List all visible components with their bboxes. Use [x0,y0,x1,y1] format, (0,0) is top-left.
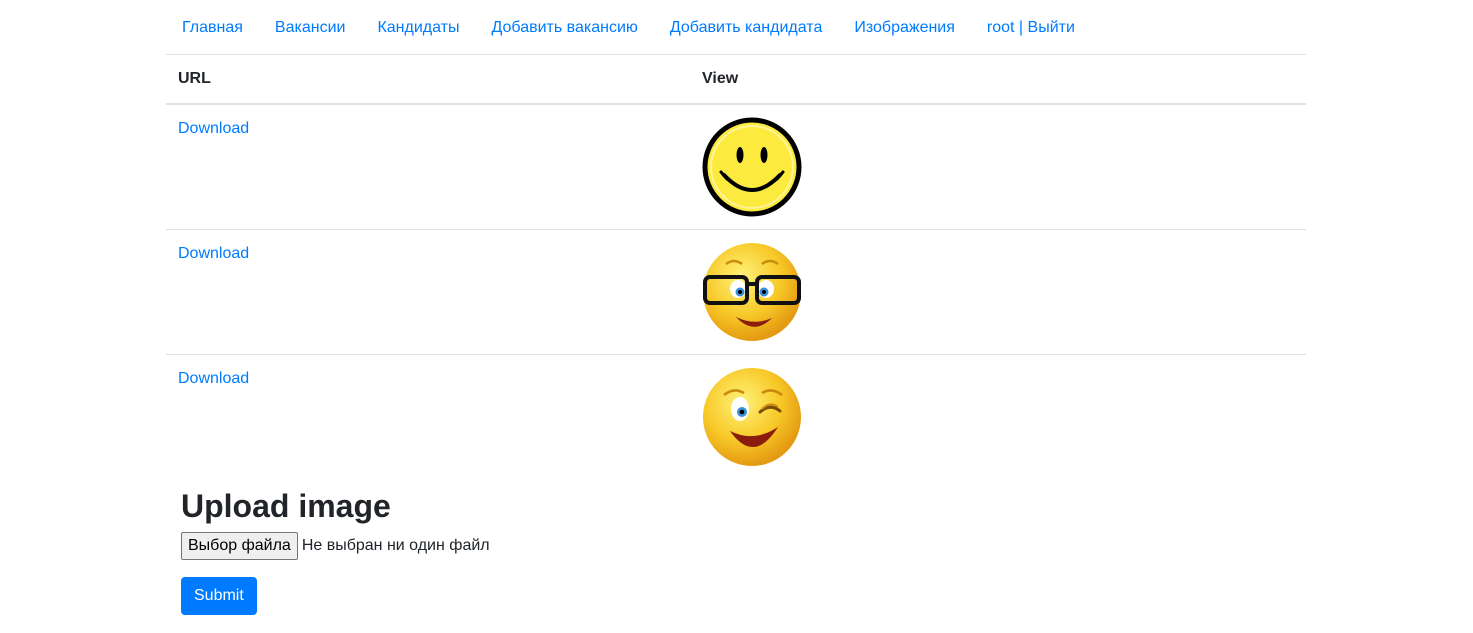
download-link[interactable]: Download [178,245,249,262]
column-header-view: View [690,55,1306,105]
upload-title: Upload image [181,488,391,524]
table-row: Download [166,104,1306,230]
nav-item-add-vacancy[interactable]: Добавить вакансию [475,16,653,40]
table-header-row: URL View [166,55,1306,105]
nav-item-vacancies[interactable]: Вакансии [259,16,362,40]
choose-file-button[interactable]: Выбор файла [181,532,298,560]
table-row: Download [166,354,1306,479]
page-container: Главная Вакансии Кандидаты Добавить вака… [166,0,1306,615]
nav-item-add-candidate[interactable]: Добавить кандидата [654,16,838,40]
main-nav: Главная Вакансии Кандидаты Добавить вака… [166,0,1306,55]
file-input: Выбор файла Не выбран ни один файл [181,531,1306,561]
download-link[interactable]: Download [178,120,249,137]
smiley-glasses-icon [703,243,801,341]
table-row: Download [166,229,1306,355]
column-header-url: URL [166,55,690,105]
smiley-classic-icon [702,117,802,217]
nav-item-home[interactable]: Главная [166,16,259,40]
nav-item-candidates[interactable]: Кандидаты [361,16,475,40]
file-status-text: Не выбран ни один файл [301,537,490,554]
smiley-wink-icon [703,368,801,466]
download-link[interactable]: Download [178,370,249,387]
nav-item-logout[interactable]: root | Выйти [971,16,1091,40]
nav-item-images[interactable]: Изображения [838,16,971,40]
submit-button[interactable]: Submit [181,577,257,615]
upload-form: Upload image Выбор файла Не выбран ни од… [166,487,1306,615]
images-table: URL View Download Download Download [166,55,1306,479]
